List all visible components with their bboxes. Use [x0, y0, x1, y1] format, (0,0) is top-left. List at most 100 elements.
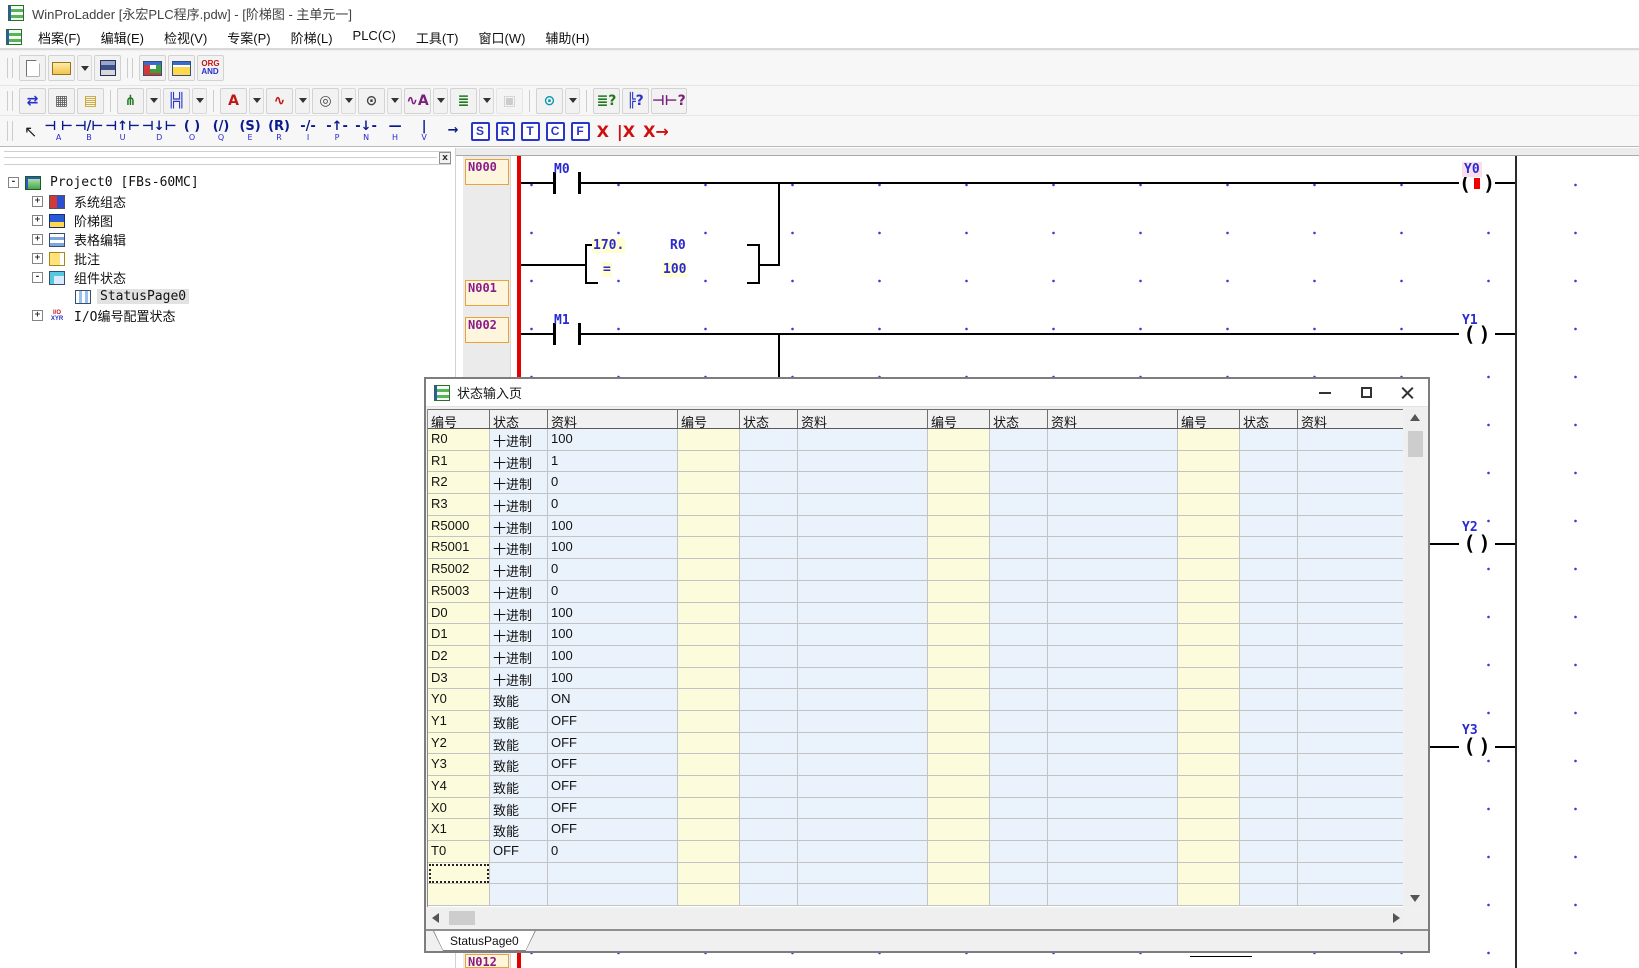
cell-state[interactable]	[740, 776, 798, 798]
column-header-state[interactable]: 状态	[740, 410, 798, 428]
cell-state[interactable]: OFF	[490, 841, 548, 863]
network-label-n000[interactable]: N000	[465, 159, 509, 185]
cell-state[interactable]	[740, 668, 798, 690]
cell-id[interactable]: D1	[428, 624, 490, 646]
cell-id[interactable]	[928, 776, 990, 798]
cell-value[interactable]: 100	[548, 624, 678, 646]
cell-state[interactable]: 十进制	[490, 624, 548, 646]
cell-value[interactable]	[798, 754, 928, 776]
cell-value[interactable]	[1298, 689, 1403, 711]
cell-id[interactable]: Y4	[428, 776, 490, 798]
cell-id[interactable]	[678, 472, 740, 494]
toolbar-grip[interactable]	[7, 91, 13, 111]
cell-value[interactable]	[1048, 472, 1178, 494]
cell-state[interactable]	[740, 819, 798, 841]
cell-value[interactable]	[798, 516, 928, 538]
cell-value[interactable]	[798, 537, 928, 559]
cell-state[interactable]	[990, 494, 1048, 516]
cell-id[interactable]	[1178, 668, 1240, 690]
dialog-close-button[interactable]	[1390, 381, 1424, 405]
cell-state[interactable]	[740, 624, 798, 646]
cell-value[interactable]	[1298, 711, 1403, 733]
contact-a-tool[interactable]: ⊣ ⊢A	[44, 120, 72, 142]
cell-state[interactable]	[990, 537, 1048, 559]
compare-operand[interactable]: R0	[670, 238, 686, 253]
vline-tool[interactable]: |V	[411, 120, 438, 142]
invert-tool[interactable]: -/-I	[295, 120, 322, 142]
cell-id[interactable]: R2	[428, 472, 490, 494]
cell-id[interactable]	[1178, 884, 1240, 906]
tree-item-[interactable]: +系统组态	[0, 192, 455, 211]
menu-item[interactable]: 检视(V)	[154, 25, 217, 50]
cell-state[interactable]	[990, 668, 1048, 690]
coil-reset-tool[interactable]: (R)R	[266, 120, 293, 142]
new-file-button[interactable]	[19, 55, 46, 81]
cell-state[interactable]	[1240, 646, 1298, 668]
contact-m0-label[interactable]: M0	[554, 162, 570, 177]
cell-state[interactable]: 十进制	[490, 668, 548, 690]
cell-value[interactable]	[1048, 689, 1178, 711]
cell-state[interactable]	[740, 581, 798, 603]
column-header-value[interactable]: 资料	[1048, 410, 1178, 428]
cell-id[interactable]	[678, 863, 740, 885]
cell-state[interactable]	[990, 581, 1048, 603]
ladder-network-button[interactable]: ╠╣	[163, 88, 190, 114]
cell-state[interactable]	[1240, 451, 1298, 473]
cell-id[interactable]	[928, 603, 990, 625]
cell-value[interactable]	[1298, 646, 1403, 668]
cell-id[interactable]: T0	[428, 841, 490, 863]
coil-not-tool[interactable]: (/)Q	[208, 120, 235, 142]
cell-id[interactable]	[928, 841, 990, 863]
tree-item-[interactable]: -组件状态	[0, 268, 455, 287]
cell-value[interactable]	[798, 733, 928, 755]
function-t-tool[interactable]: T	[521, 122, 540, 141]
cell-value[interactable]: OFF	[548, 819, 678, 841]
cell-id[interactable]	[928, 711, 990, 733]
falling-tool[interactable]: -↓-N	[353, 120, 380, 142]
column-header-state[interactable]: 状态	[1240, 410, 1298, 428]
delete-row-icon[interactable]: X→	[643, 122, 669, 141]
cell-state[interactable]	[1240, 863, 1298, 885]
cell-id[interactable]: R1	[428, 451, 490, 473]
panel-close-button[interactable]: x	[439, 152, 451, 164]
cell-id[interactable]	[928, 884, 990, 906]
cell-id[interactable]: Y0	[428, 689, 490, 711]
cell-state[interactable]	[740, 841, 798, 863]
run-plc-button[interactable]: ◎	[312, 88, 339, 114]
cell-state[interactable]	[1240, 559, 1298, 581]
cell-state[interactable]	[990, 603, 1048, 625]
contact-m1-label[interactable]: M1	[554, 313, 570, 328]
cell-id[interactable]	[1178, 646, 1240, 668]
cell-state[interactable]: 十进制	[490, 429, 548, 451]
cell-id[interactable]	[678, 668, 740, 690]
column-header-id[interactable]: 编号	[1178, 410, 1240, 428]
cell-value[interactable]	[798, 603, 928, 625]
dialog-title-bar[interactable]: 状态输入页	[426, 379, 1428, 407]
coil-set-tool[interactable]: (S)E	[237, 120, 264, 142]
cell-id[interactable]	[928, 819, 990, 841]
cell-value[interactable]: 0	[548, 494, 678, 516]
instruction-list-button[interactable]: ORG AND	[197, 55, 224, 81]
cell-state[interactable]	[990, 711, 1048, 733]
cell-id[interactable]	[678, 559, 740, 581]
cell-id[interactable]: R3	[428, 494, 490, 516]
cell-value[interactable]	[1298, 668, 1403, 690]
cell-state[interactable]: 致能	[490, 776, 548, 798]
zoom-table-button[interactable]: ⊙	[536, 88, 563, 114]
cell-id[interactable]	[1178, 711, 1240, 733]
cell-value[interactable]	[798, 819, 928, 841]
scroll-right-icon[interactable]	[1393, 913, 1400, 923]
menu-item[interactable]: PLC(C)	[343, 25, 406, 50]
cell-value[interactable]	[1298, 798, 1403, 820]
monitor-wave-button[interactable]: ∿	[266, 88, 293, 114]
cell-state[interactable]	[740, 646, 798, 668]
tree-item-statuspage0[interactable]: StatusPage0	[0, 287, 455, 306]
cell-state[interactable]: 十进制	[490, 537, 548, 559]
run-plc-dropdown[interactable]	[341, 88, 356, 114]
cell-value[interactable]	[1048, 733, 1178, 755]
cell-state[interactable]	[990, 451, 1048, 473]
cell-id[interactable]	[678, 689, 740, 711]
cell-value[interactable]	[1298, 516, 1403, 538]
cell-state[interactable]	[740, 603, 798, 625]
cell-id[interactable]	[1178, 863, 1240, 885]
